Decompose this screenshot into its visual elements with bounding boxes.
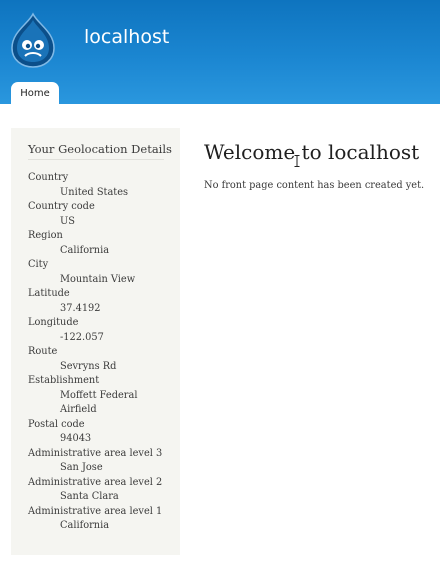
field-label-country: Country (28, 172, 69, 183)
text-cursor-icon (294, 152, 300, 167)
field-value-admin-area-2: Santa Clara (60, 491, 119, 502)
field-value-latitude: 37.4192 (60, 302, 101, 314)
field-label-admin-area-3: Administrative area level 3 (28, 447, 163, 459)
field-label-region: Region (28, 230, 63, 241)
field-label-city: City (28, 259, 49, 270)
site-name-link[interactable]: localhost (84, 26, 169, 48)
field-label-establishment: Establishment (28, 375, 100, 386)
field-label-admin-area-1: Administrative area level 1 (28, 505, 163, 517)
sidebar-geolocation-block: Your Geolocation Details Country United … (11, 128, 180, 555)
field-label-admin-area-2: Administrative area level 2 (28, 476, 163, 488)
field-label-route: Route (28, 346, 58, 357)
field-value-admin-area-3: San Jose (60, 462, 103, 473)
page-title: Welcome to localhost (204, 140, 420, 164)
field-label-longitude: Longitude (28, 317, 79, 328)
front-page-message: No front page content has been created y… (204, 180, 425, 191)
field-value-postal-code: 94043 (60, 433, 92, 444)
site-header: localhost Home (0, 0, 440, 104)
field-label-latitude: Latitude (28, 288, 70, 299)
field-value-country: United States (60, 186, 129, 198)
field-value-longitude: -122.057 (60, 331, 104, 343)
block-title: Your Geolocation Details (28, 142, 172, 160)
field-value-route: Sevryns Rd (60, 360, 117, 372)
tab-home[interactable]: Home (11, 82, 59, 104)
field-label-country-code: Country code (28, 201, 95, 212)
field-value-admin-area-1: California (60, 520, 110, 531)
field-value-establishment: Moffett Federal Airfield (60, 389, 138, 416)
drupal-logo-icon[interactable] (8, 12, 58, 68)
geolocation-details-list: Country United States Country code US Re… (28, 171, 178, 534)
field-value-city: Mountain View (60, 273, 136, 285)
field-label-postal-code: Postal code (28, 418, 85, 430)
primary-tabs: Home (0, 82, 440, 104)
field-value-region: California (60, 244, 110, 256)
field-value-country-code: US (60, 215, 75, 227)
